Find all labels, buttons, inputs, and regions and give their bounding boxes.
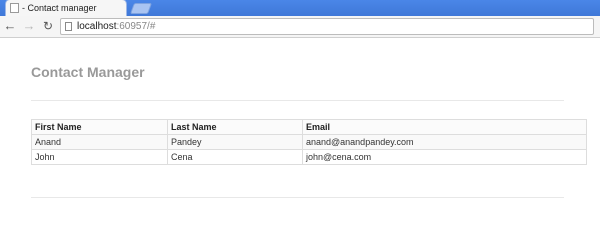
table-row[interactable]: Anand Pandey anand@anandpandey.com xyxy=(31,134,587,150)
browser-toolbar: ← → ↻ localhost:60957/# xyxy=(0,16,600,38)
cell-last-name: Pandey xyxy=(167,134,303,150)
page-icon xyxy=(10,3,19,13)
contacts-table: First Name Last Name Email Anand Pandey … xyxy=(31,119,587,165)
page-title: Contact Manager xyxy=(31,64,145,80)
page-icon xyxy=(65,22,72,31)
column-header-last-name: Last Name xyxy=(167,119,303,135)
back-arrow-icon[interactable]: ← xyxy=(3,19,17,33)
reload-icon[interactable]: ↻ xyxy=(41,19,55,33)
address-bar[interactable]: localhost:60957/# xyxy=(60,18,594,35)
table-row[interactable]: John Cena john@cena.com xyxy=(31,149,587,165)
new-tab-button[interactable] xyxy=(129,3,153,14)
divider xyxy=(31,100,564,101)
cell-first-name: John xyxy=(31,149,168,165)
forward-arrow-icon[interactable]: → xyxy=(22,19,36,33)
cell-first-name: Anand xyxy=(31,134,168,150)
cell-last-name: Cena xyxy=(167,149,303,165)
url-path: :60957/# xyxy=(116,21,156,32)
cell-email: john@cena.com xyxy=(302,149,587,165)
tab-strip: - Contact manager xyxy=(0,0,600,16)
browser-tab[interactable]: - Contact manager xyxy=(6,0,126,16)
column-header-first-name: First Name xyxy=(31,119,168,135)
tab-title: - Contact manager xyxy=(22,3,97,13)
table-header-row: First Name Last Name Email xyxy=(31,119,587,135)
cell-email: anand@anandpandey.com xyxy=(302,134,587,150)
url-host: localhost xyxy=(77,21,117,32)
divider xyxy=(31,197,564,198)
column-header-email: Email xyxy=(302,119,587,135)
